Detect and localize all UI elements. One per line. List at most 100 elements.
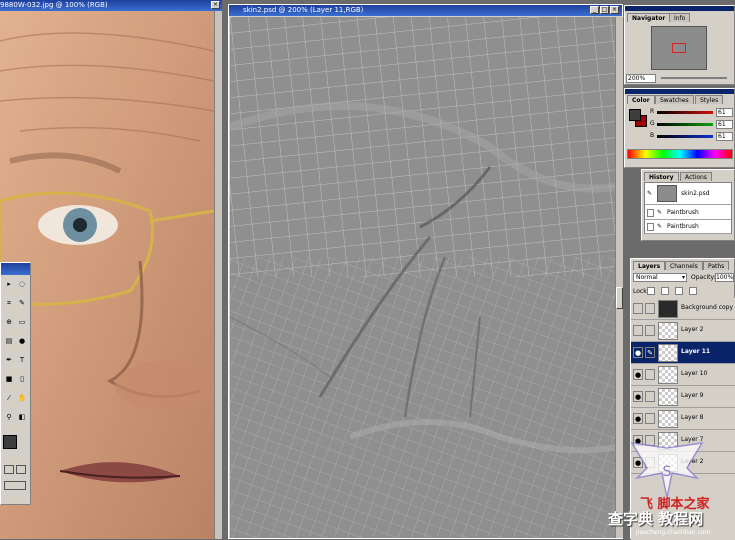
mask-icon[interactable]: ◧ (17, 412, 27, 422)
channel-value-field[interactable]: 61 (716, 132, 733, 141)
layer-row[interactable]: ● ✎ Layer 11 (631, 342, 735, 364)
hand-icon[interactable]: ✋ (17, 393, 27, 403)
type-icon[interactable]: T (17, 355, 27, 365)
layer-link-cell[interactable]: ✎ (645, 347, 655, 358)
layer-row[interactable]: Layer 2 (631, 320, 735, 342)
history-item-checkbox (647, 209, 654, 217)
layer-link-cell[interactable] (645, 303, 655, 314)
layer-row[interactable]: ● Layer 8 (631, 408, 735, 430)
navigator-preview[interactable] (651, 26, 707, 70)
photo-window[interactable]: 9880W-032.jpg @ 100% (RGB) × (0, 0, 222, 539)
zoom-field[interactable]: 200% (626, 74, 656, 83)
history-snapshot[interactable]: ✎ skin2.psd (645, 183, 731, 205)
color-panel-header[interactable] (625, 89, 734, 94)
tab-navigator[interactable]: Navigator (627, 13, 671, 22)
tab-paths[interactable]: Paths (703, 261, 730, 270)
crop-icon[interactable]: ⌗ (4, 298, 14, 308)
quickmask-icon[interactable] (4, 465, 14, 474)
visibility-eye-icon[interactable] (633, 325, 643, 336)
opacity-field[interactable]: 100% (715, 273, 734, 282)
navigator-panel-header[interactable] (625, 6, 734, 11)
snapshot-thumb (657, 185, 677, 202)
doc-minimize-button[interactable]: _ (590, 6, 599, 14)
lasso-icon[interactable]: ◌ (17, 279, 27, 289)
chevron-down-icon: ▾ (681, 274, 685, 281)
layer-link-cell[interactable] (645, 325, 655, 336)
channel-label: G (650, 120, 655, 127)
toolbox-header[interactable] (1, 263, 30, 275)
lock-position-checkbox[interactable] (675, 287, 683, 295)
blend-mode-select[interactable]: Normal ▾ (633, 273, 687, 282)
layer-link-cell[interactable] (645, 391, 655, 402)
lock-transparency-checkbox[interactable] (647, 287, 655, 295)
tab-styles[interactable]: Styles (695, 95, 724, 104)
view-box[interactable] (672, 43, 686, 53)
channel-label: R (650, 108, 655, 115)
document-window[interactable]: skin2.psd @ 200% (Layer 11,RGB) _ □ × (228, 4, 623, 539)
channel-slider[interactable] (657, 135, 713, 138)
document-titlebar[interactable]: skin2.psd @ 200% (Layer 11,RGB) (229, 5, 622, 16)
brush-icon[interactable]: ✎ (17, 298, 27, 308)
layer-row[interactable]: Background copy (631, 298, 735, 320)
document-title: skin2.psd @ 200% (Layer 11,RGB) (243, 6, 364, 14)
shape-icon[interactable]: ■ (4, 374, 14, 384)
tab-actions[interactable]: Actions (680, 172, 712, 181)
snapshot-brush-icon: ✎ (647, 190, 653, 197)
tab-color[interactable]: Color (627, 95, 655, 104)
toolbox: ▸ ◌ ⌗ ✎ ⊕ ▭ ▤ ● ✒ T ■ ▯ ⁄ ✋ ⚲ ◧ (0, 262, 31, 505)
lock-image-checkbox[interactable] (661, 287, 669, 295)
visibility-eye-icon[interactable]: ● (633, 369, 643, 380)
visibility-eye-icon[interactable]: ● (633, 391, 643, 402)
photo-scrollbar[interactable] (214, 11, 222, 539)
layer-thumbnail (658, 410, 678, 428)
layer-link-cell[interactable] (645, 369, 655, 380)
pen-icon[interactable]: ✒ (4, 355, 14, 365)
history-item[interactable]: ✎ Paintbrush (645, 206, 731, 220)
move-icon[interactable]: ▸ (4, 279, 14, 289)
channel-value-field[interactable]: 61 (716, 108, 733, 117)
zoom-slider[interactable] (661, 77, 727, 79)
layer-row[interactable]: ● Layer 10 (631, 364, 735, 386)
watermark-line2: 查字典 教程网 (608, 510, 704, 528)
screen-mode-icon[interactable] (16, 465, 26, 474)
tab-channels[interactable]: Channels (665, 261, 703, 270)
visibility-eye-icon[interactable]: ● (633, 347, 643, 358)
skin-canvas[interactable] (230, 17, 615, 538)
history-item-checkbox (647, 223, 654, 231)
snapshot-name: skin2.psd (681, 190, 710, 197)
layer-link-cell[interactable] (645, 413, 655, 424)
visibility-eye-icon[interactable] (633, 303, 643, 314)
color-spectrum-bar[interactable] (627, 149, 733, 159)
paintbrush-icon: ✎ (657, 209, 663, 216)
color-foreground-swatch[interactable] (629, 109, 641, 121)
lock-all-checkbox[interactable] (689, 287, 697, 295)
opacity-label: Opacity: (691, 274, 716, 281)
doc-close-button[interactable]: × (610, 6, 619, 14)
eyedropper-icon[interactable]: ⁄ (4, 393, 14, 403)
channel-slider[interactable] (657, 111, 713, 114)
tab-layers[interactable]: Layers (633, 261, 666, 270)
zoom-icon[interactable]: ⚲ (4, 412, 14, 422)
scroll-thumb[interactable] (616, 287, 623, 309)
tab-swatches[interactable]: Swatches (655, 95, 694, 104)
layer-name: Layer 2 (681, 326, 704, 333)
notes-icon[interactable]: ▯ (17, 374, 27, 384)
visibility-eye-icon[interactable]: ● (633, 413, 643, 424)
channel-label: B (650, 132, 655, 139)
clone-icon[interactable]: ⊕ (4, 317, 14, 327)
foreground-swatch[interactable] (3, 435, 17, 449)
photo-close-button[interactable]: × (211, 1, 220, 9)
tab-info[interactable]: Info (669, 13, 691, 22)
gradient-icon[interactable]: ▤ (4, 336, 14, 346)
doc-maximize-button[interactable]: □ (600, 6, 609, 14)
history-item[interactable]: ✎ Paintbrush (645, 220, 731, 234)
channel-value-field[interactable]: 61 (716, 120, 733, 129)
eraser-icon[interactable]: ▭ (17, 317, 27, 327)
dodge-icon[interactable]: ● (17, 336, 27, 346)
jump-to-icon[interactable] (4, 481, 26, 490)
photo-window-titlebar[interactable]: 9880W-032.jpg @ 100% (RGB) (0, 0, 222, 11)
layer-row[interactable]: ● Layer 9 (631, 386, 735, 408)
channel-slider[interactable] (657, 123, 713, 126)
tab-history[interactable]: History (644, 172, 679, 181)
layer-name: Layer 8 (681, 414, 704, 421)
